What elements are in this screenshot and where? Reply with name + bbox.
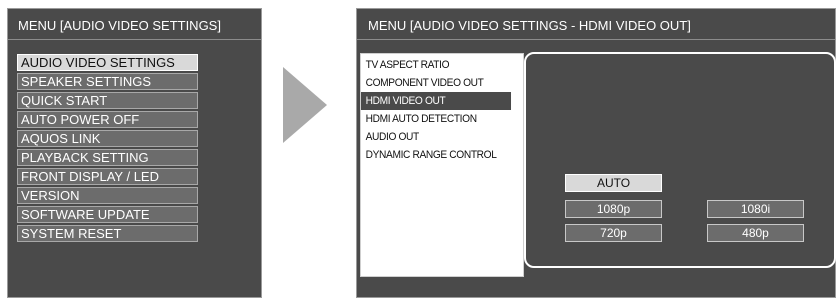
right-arrow-icon — [283, 67, 327, 143]
option-1080i-button[interactable]: 1080i — [707, 200, 804, 218]
hdmi-video-out-screen: MENU [AUDIO VIDEO SETTINGS - HDMI VIDEO … — [356, 8, 836, 298]
menu-item-software-update[interactable]: SOFTWARE UPDATE — [17, 206, 198, 223]
title-divider — [357, 39, 835, 40]
menu-item-auto-power-off[interactable]: AUTO POWER OFF — [17, 111, 198, 128]
menu-item-speaker-settings[interactable]: SPEAKER SETTINGS — [17, 73, 198, 90]
option-1080p-button[interactable]: 1080p — [565, 200, 662, 218]
option-auto-button[interactable]: AUTO — [565, 174, 662, 192]
submenu-item-tv-aspect-ratio[interactable]: TV ASPECT RATIO — [361, 56, 511, 74]
submenu-item-hdmi-auto-detection[interactable]: HDMI AUTO DETECTION — [361, 110, 511, 128]
resolution-options-panel: AUTO 1080p 1080i 720p 480p — [524, 52, 836, 268]
submenu-list: TV ASPECT RATIO COMPONENT VIDEO OUT HDMI… — [360, 53, 524, 277]
submenu-item-hdmi-video-out[interactable]: HDMI VIDEO OUT — [361, 92, 512, 110]
menu-item-quick-start[interactable]: QUICK START — [17, 92, 198, 109]
menu-item-front-display-led[interactable]: FRONT DISPLAY / LED — [17, 168, 198, 185]
menu-item-system-reset[interactable]: SYSTEM RESET — [17, 225, 198, 242]
title-divider — [8, 39, 261, 40]
main-menu-screen: MENU [AUDIO VIDEO SETTINGS] AUDIO VIDEO … — [7, 8, 262, 298]
main-menu-title: MENU [AUDIO VIDEO SETTINGS] — [18, 18, 221, 33]
menu-item-playback-setting[interactable]: PLAYBACK SETTING — [17, 149, 198, 166]
option-720p-button[interactable]: 720p — [565, 224, 662, 242]
main-menu-list: AUDIO VIDEO SETTINGS SPEAKER SETTINGS QU… — [17, 54, 198, 244]
submenu-item-dynamic-range-control[interactable]: DYNAMIC RANGE CONTROL — [361, 146, 511, 164]
submenu-item-component-video-out[interactable]: COMPONENT VIDEO OUT — [361, 74, 511, 92]
menu-item-aquos-link[interactable]: AQUOS LINK — [17, 130, 198, 147]
submenu-title: MENU [AUDIO VIDEO SETTINGS - HDMI VIDEO … — [368, 18, 691, 33]
submenu-item-audio-out[interactable]: AUDIO OUT — [361, 128, 511, 146]
menu-item-version[interactable]: VERSION — [17, 187, 198, 204]
menu-item-audio-video-settings[interactable]: AUDIO VIDEO SETTINGS — [17, 54, 198, 71]
option-480p-button[interactable]: 480p — [707, 224, 804, 242]
